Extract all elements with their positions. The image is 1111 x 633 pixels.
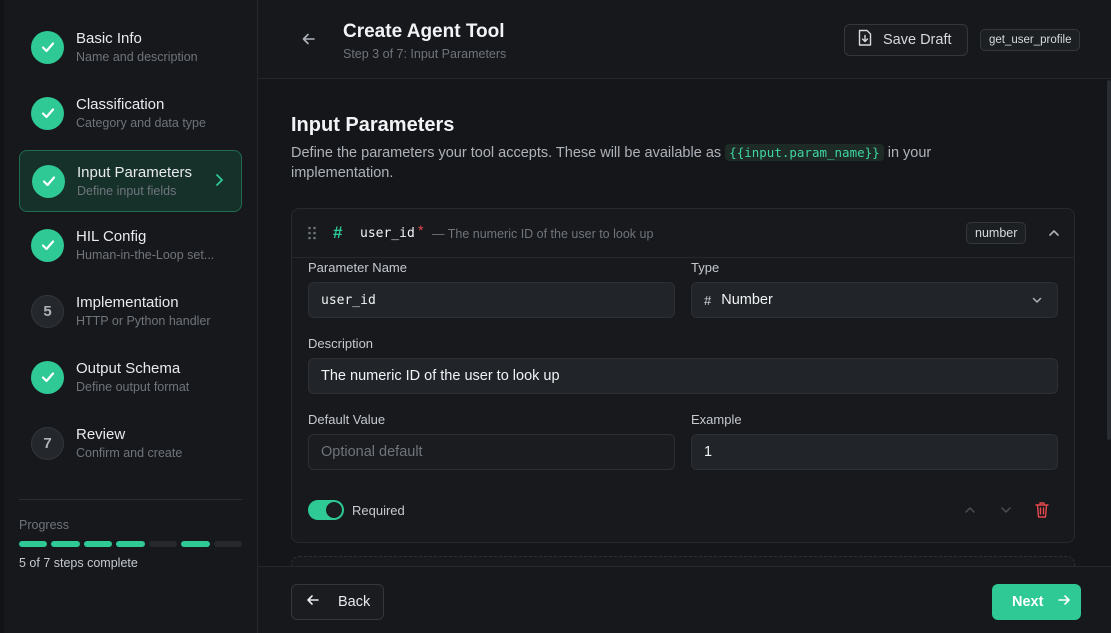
progress-segment [181, 541, 210, 547]
toggle-knob [326, 502, 342, 518]
section-desc-text: Define the parameters your tool accepts.… [291, 145, 726, 161]
progress-segment [213, 541, 242, 547]
description-label: Description [308, 336, 374, 351]
description-input[interactable]: The numeric ID of the user to look up [308, 358, 1058, 394]
parameter-name-input[interactable]: user_id [308, 282, 675, 318]
step-title: Review [76, 425, 126, 443]
check-icon [32, 164, 65, 198]
parameter-name-label: Parameter Name [308, 260, 407, 275]
parameter-name-heading: user_id [360, 226, 415, 241]
step-title: Input Parameters [77, 163, 193, 181]
step-subtitle: Define input fields [77, 183, 177, 198]
step-number-badge: 5 [31, 294, 64, 328]
sidebar-step-classification[interactable]: Classification Category and data type [19, 82, 242, 144]
wizard-footer: Back Next [258, 566, 1111, 633]
move-down-icon[interactable] [998, 502, 1014, 518]
save-draft-label: Save Draft [883, 32, 952, 48]
step-title: Basic Info [76, 29, 142, 47]
step-subtitle: Confirm and create [76, 445, 183, 460]
step-title: Output Schema [76, 359, 181, 377]
type-label: Type [691, 260, 720, 275]
next-button-label: Next [1012, 594, 1044, 610]
sidebar-divider [19, 499, 242, 500]
section-title: Input Parameters [291, 114, 455, 136]
parameter-card-header[interactable]: # user_id * — The numeric ID of the user… [292, 209, 1074, 258]
page-header: Create Agent Tool Step 3 of 7: Input Par… [258, 0, 1111, 79]
back-arrow-icon[interactable] [298, 28, 320, 50]
example-input[interactable]: 1 [691, 434, 1058, 470]
sidebar-step-basic-info[interactable]: Basic Info Name and description [19, 16, 242, 78]
step-subtitle: Human-in-the-Loop set... [76, 247, 215, 262]
step-subtitle: Name and description [76, 49, 198, 64]
sidebar-step-implementation[interactable]: 5 Implementation HTTP or Python handler [19, 280, 242, 342]
step-subtitle: HTTP or Python handler [76, 313, 211, 328]
progress-label: Progress [19, 518, 70, 532]
trash-icon[interactable] [1034, 501, 1050, 519]
next-button[interactable]: Next [992, 584, 1081, 620]
check-icon [31, 228, 64, 262]
chevron-down-icon [1031, 294, 1043, 310]
scrollbar[interactable] [1107, 80, 1111, 440]
add-parameter-card[interactable] [291, 556, 1075, 566]
sidebar-step-hil-config[interactable]: HIL Config Human-in-the-Loop set... [19, 214, 242, 276]
download-icon [857, 29, 873, 52]
back-button-label: Back [338, 594, 371, 610]
type-badge: number [966, 222, 1027, 244]
hash-icon: # [333, 223, 343, 242]
sidebar-step-review[interactable]: 7 Review Confirm and create [19, 412, 242, 474]
wizard-sidebar: Basic Info Name and description Classifi… [0, 0, 258, 633]
page-title: Create Agent Tool [343, 21, 505, 42]
default-value-label: Default Value [308, 412, 386, 427]
required-toggle[interactable] [308, 500, 344, 520]
main-content: Input Parameters Define the parameters y… [258, 80, 1111, 566]
sidebar-step-output-schema[interactable]: Output Schema Define output format [19, 346, 242, 408]
progress-segment [83, 541, 113, 547]
check-icon [31, 360, 64, 394]
check-icon [31, 96, 64, 130]
back-button[interactable]: Back [291, 584, 384, 620]
default-value-input[interactable]: Optional default [308, 434, 675, 470]
step-subtitle: Category and data type [76, 115, 206, 130]
move-up-icon[interactable] [962, 502, 978, 518]
progress-segment [51, 541, 80, 547]
step-title: HIL Config [76, 227, 147, 245]
type-select[interactable]: # Number [691, 282, 1058, 318]
chevron-up-icon[interactable] [1046, 225, 1062, 241]
required-label: Required [352, 503, 405, 518]
progress-segment [19, 541, 48, 547]
parameter-card: # user_id * — The numeric ID of the user… [291, 208, 1075, 543]
progress-segment [148, 541, 178, 547]
chevron-right-icon [215, 173, 225, 190]
drag-handle-icon[interactable] [307, 226, 317, 243]
section-description: Define the parameters your tool accepts.… [291, 143, 1011, 183]
hash-icon: # [704, 292, 712, 308]
required-marker: * [418, 222, 424, 238]
tool-name-badge: get_user_profile [980, 29, 1081, 51]
step-subtitle: Define output format [76, 379, 190, 394]
type-select-value: Number [721, 292, 773, 308]
sidebar-step-input-parameters[interactable]: Input Parameters Define input fields [19, 150, 242, 212]
code-snippet: {{input.param_name}} [725, 144, 884, 161]
save-draft-button[interactable]: Save Draft [844, 24, 968, 56]
progress-segment [116, 541, 145, 547]
step-title: Implementation [76, 293, 179, 311]
arrow-left-icon [306, 593, 320, 612]
sidebar-edge [0, 0, 4, 633]
step-indicator: Step 3 of 7: Input Parameters [343, 47, 507, 61]
check-icon [31, 30, 64, 64]
progress-bar [19, 541, 242, 547]
step-number-badge: 7 [31, 426, 64, 460]
progress-text: 5 of 7 steps complete [19, 556, 138, 570]
arrow-right-icon [1057, 593, 1071, 612]
parameter-inline-description: — The numeric ID of the user to look up [432, 227, 654, 241]
step-title: Classification [76, 95, 165, 113]
example-label: Example [691, 412, 742, 427]
